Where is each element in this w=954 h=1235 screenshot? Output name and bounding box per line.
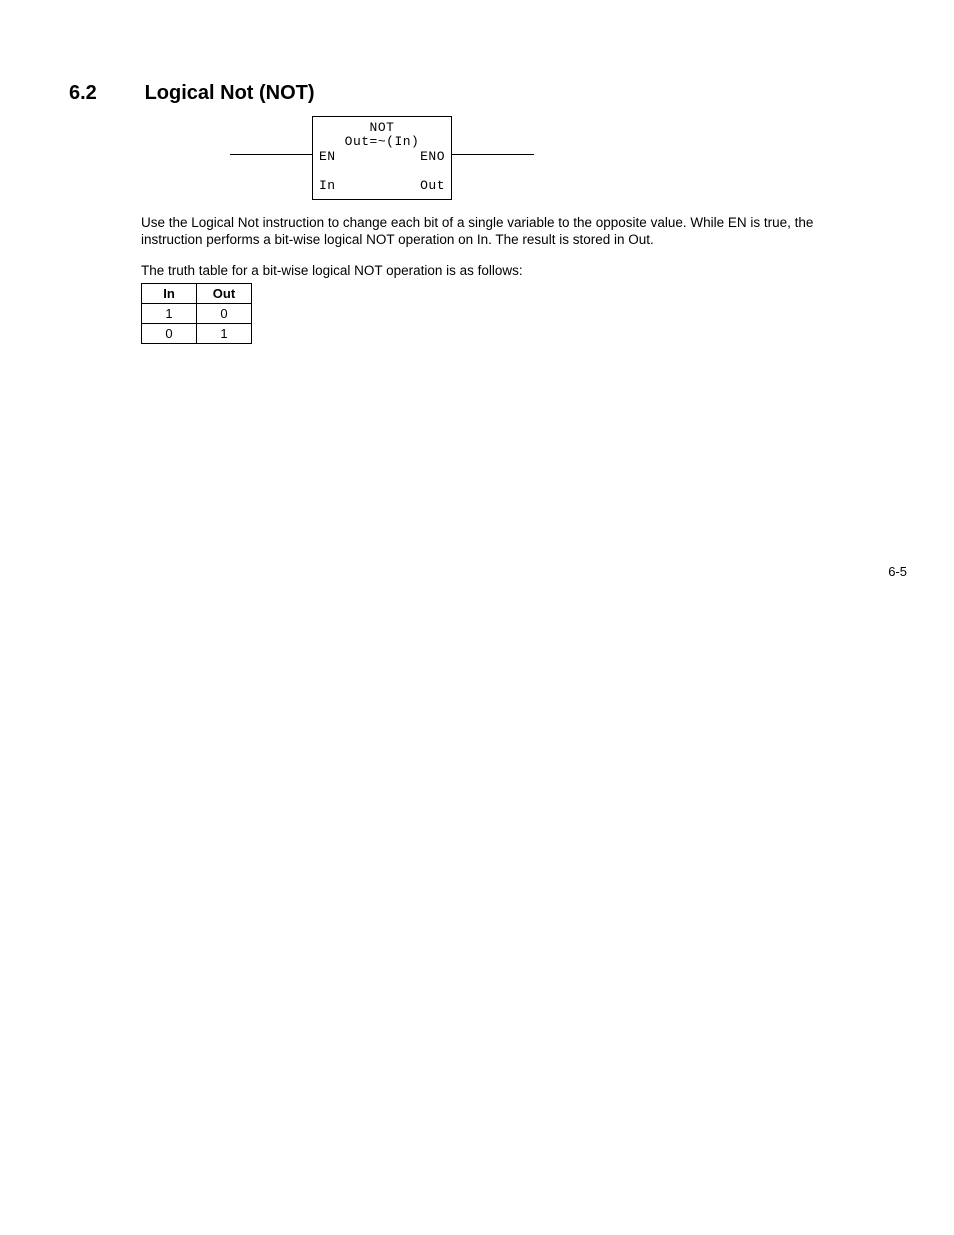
- truth-table: In Out 1 0 0 1: [141, 283, 252, 344]
- table-cell: 0: [197, 304, 252, 324]
- pin-en-label: EN: [319, 149, 336, 164]
- table-cell: 1: [197, 324, 252, 344]
- block-mnemonic: NOT: [313, 120, 451, 135]
- table-header-in: In: [142, 284, 197, 304]
- rail-left-line: [230, 154, 312, 155]
- table-cell: 0: [142, 324, 197, 344]
- page: 6.2 Logical Not (NOT) NOT Out=~(In) EN E…: [0, 0, 954, 1235]
- page-number: 6-5: [888, 564, 907, 579]
- section-title: Logical Not (NOT): [145, 82, 315, 104]
- ladder-diagram: NOT Out=~(In) EN ENO In Out: [230, 116, 530, 202]
- pin-in-label: In: [319, 178, 336, 193]
- section-number: 6.2: [69, 82, 139, 105]
- table-header-row: In Out: [142, 284, 252, 304]
- table-row: 0 1: [142, 324, 252, 344]
- section-heading: 6.2 Logical Not (NOT): [69, 82, 315, 105]
- paragraph-truth-table-intro: The truth table for a bit-wise logical N…: [141, 263, 841, 280]
- paragraph-description: Use the Logical Not instruction to chang…: [141, 215, 841, 249]
- rail-right-line: [452, 154, 534, 155]
- pin-eno-label: ENO: [420, 149, 445, 164]
- pin-out-label: Out: [420, 178, 445, 193]
- table-header-out: Out: [197, 284, 252, 304]
- block-expression: Out=~(In): [313, 134, 451, 149]
- table-cell: 1: [142, 304, 197, 324]
- instruction-block: NOT Out=~(In) EN ENO In Out: [312, 116, 452, 200]
- table-row: 1 0: [142, 304, 252, 324]
